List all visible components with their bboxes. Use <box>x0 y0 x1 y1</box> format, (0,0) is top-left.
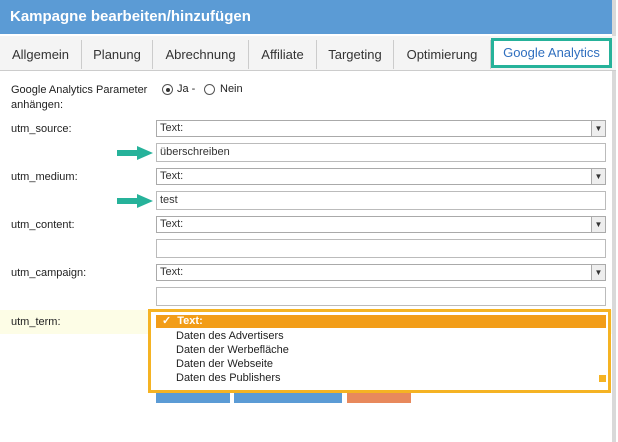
utm-campaign-select-value: Text: <box>160 266 184 278</box>
ga-append-label: Google Analytics Parameter anhängen: <box>11 84 148 111</box>
utm-content-label: utm_content: <box>11 219 75 231</box>
utm-term-label: utm_term: <box>11 316 61 328</box>
utm-campaign-select[interactable]: Text: ▼ <box>156 264 606 281</box>
utm-campaign-label: utm_campaign: <box>11 267 87 279</box>
chevron-down-icon[interactable]: ▼ <box>591 217 605 232</box>
utm-campaign-input[interactable] <box>156 287 606 306</box>
window-title: Kampagne bearbeiten/hinzufügen <box>0 0 616 34</box>
utm-content-select[interactable]: Text: ▼ <box>156 216 606 233</box>
utm-source-input[interactable]: überschreiben <box>156 143 606 162</box>
radio-no-label: Nein <box>220 83 243 95</box>
utm-content-input[interactable] <box>156 239 606 258</box>
utm-source-select[interactable]: Text: ▼ <box>156 120 606 137</box>
utm-term-selected-value: Text: <box>177 315 203 327</box>
utm-medium-select[interactable]: Text: ▼ <box>156 168 606 185</box>
utm-term-dropdown-selected[interactable]: ✓ Text: <box>156 315 606 328</box>
dropdown-option[interactable]: Daten der Werbefläche <box>176 344 289 356</box>
radio-yes[interactable] <box>162 84 173 95</box>
arrow-right-icon <box>117 146 153 160</box>
chevron-down-icon[interactable]: ▼ <box>591 265 605 280</box>
arrow-right-icon <box>117 194 153 208</box>
dropdown-option[interactable]: Daten des Advertisers <box>176 330 284 342</box>
tab-abrechnung[interactable]: Abrechnung <box>153 40 249 69</box>
radio-no[interactable] <box>204 84 215 95</box>
tab-planung[interactable]: Planung <box>82 40 153 69</box>
check-icon: ✓ <box>162 315 172 327</box>
chevron-down-icon[interactable]: ▼ <box>591 121 605 136</box>
tab-targeting[interactable]: Targeting <box>317 40 394 69</box>
utm-content-select-value: Text: <box>160 218 184 230</box>
tab-allgemein[interactable]: Allgemein <box>0 40 82 69</box>
resize-handle-icon[interactable] <box>599 375 606 382</box>
dropdown-option[interactable]: Daten des Publishers <box>176 372 281 384</box>
tab-affiliate[interactable]: Affiliate <box>249 40 317 69</box>
utm-source-label: utm_source: <box>11 123 72 135</box>
dropdown-option[interactable]: Daten der Webseite <box>176 358 273 370</box>
chevron-down-icon[interactable]: ▼ <box>591 169 605 184</box>
utm-source-select-value: Text: <box>160 122 184 134</box>
utm-medium-label: utm_medium: <box>11 171 78 183</box>
tab-google-analytics[interactable]: Google Analytics <box>491 38 612 68</box>
tab-optimierung[interactable]: Optimierung <box>394 40 491 69</box>
tab-bar: Allgemein Planung Abrechnung Affiliate T… <box>0 36 616 71</box>
utm-medium-select-value: Text: <box>160 170 184 182</box>
utm-medium-input[interactable]: test <box>156 191 606 210</box>
radio-yes-label: Ja - <box>177 83 196 95</box>
